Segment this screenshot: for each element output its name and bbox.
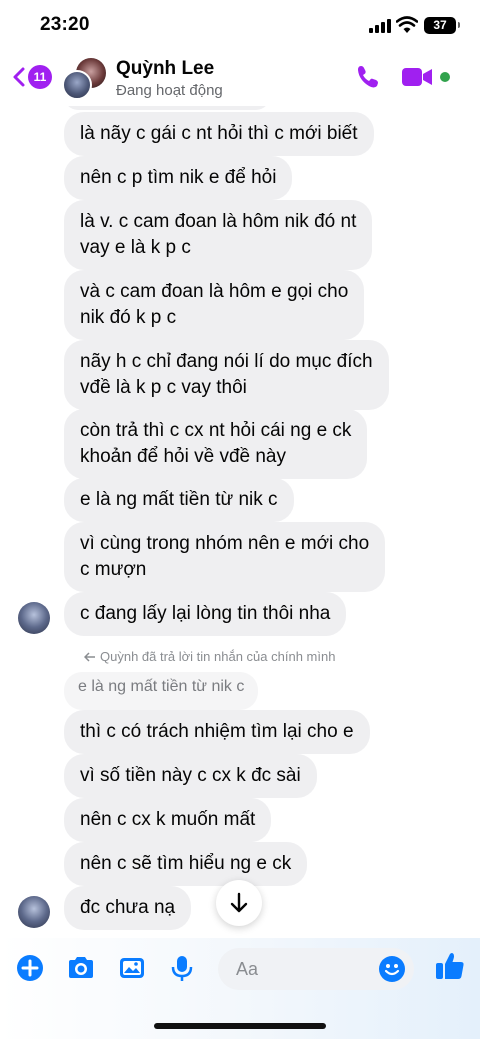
message-bubble[interactable]: nãy h c chỉ đang nói lí do mục đích vđề … <box>64 340 389 410</box>
online-indicator <box>440 72 450 82</box>
thumbs-up-icon[interactable] <box>434 950 466 982</box>
sender-avatar[interactable] <box>18 896 50 928</box>
message-bubble[interactable]: thì c có trách nhiệm tìm lại cho e <box>64 710 370 754</box>
message-bubble[interactable]: còn trả thì c cx nt hỏi cái ng e ck khoả… <box>64 409 368 479</box>
chat-header: 11 Quỳnh Lee Đang hoạt động <box>0 52 480 106</box>
reply-label: Quỳnh đã trả lời tin nhắn của chính mình <box>100 649 336 664</box>
sender-avatar[interactable] <box>18 602 50 634</box>
avatar-image <box>62 70 92 100</box>
message-list[interactable]: là nãy c gái c nt hỏi thì c mới biết nên… <box>0 106 480 938</box>
scroll-to-bottom-button[interactable] <box>216 880 262 926</box>
message-input[interactable] <box>236 948 376 990</box>
message-bubble-partial <box>64 106 270 110</box>
message-bubble[interactable]: vì cùng trong nhóm nên e mới cho c mượn <box>64 522 386 592</box>
home-indicator <box>154 1023 326 1029</box>
microphone-icon[interactable] <box>170 954 194 982</box>
contact-name[interactable]: Quỳnh Lee <box>116 58 214 80</box>
clock: 23:20 <box>40 14 90 35</box>
wifi-icon <box>396 16 418 33</box>
cellular-signal-icon <box>369 19 391 33</box>
message-bubble[interactable]: vì số tiền này c cx k đc sài <box>64 754 317 798</box>
message-bubble[interactable]: là nãy c gái c nt hỏi thì c mới biết <box>64 112 374 156</box>
plus-icon[interactable] <box>16 954 44 982</box>
reply-arrow-icon <box>84 651 95 662</box>
message-bubble[interactable]: nên c p tìm nik e để hỏi <box>64 156 293 200</box>
message-bubble[interactable]: và c cam đoan là hôm e gọi cho nik đó k … <box>64 270 365 340</box>
message-bubble[interactable]: nên c sẽ tìm hiểu ng e ck <box>64 842 308 886</box>
reply-indicator: Quỳnh đã trả lời tin nhắn của chính mình <box>84 649 335 664</box>
phone-call-icon[interactable] <box>355 64 381 90</box>
video-call-icon[interactable] <box>402 66 434 88</box>
status-bar: 23:20 37 <box>0 0 480 52</box>
message-bubble[interactable]: nên c cx k muốn mất <box>64 798 272 842</box>
back-button[interactable]: 11 <box>12 64 54 90</box>
message-input-container <box>218 948 414 990</box>
active-status: Đang hoạt động <box>116 82 223 99</box>
camera-icon[interactable] <box>66 954 96 982</box>
battery-icon: 37 <box>424 17 460 34</box>
contact-avatar[interactable] <box>62 56 106 100</box>
quoted-message[interactable]: e là ng mất tiền từ nik c <box>64 672 259 710</box>
arrow-down-icon <box>230 892 248 913</box>
message-bubble[interactable]: c đang lấy lại lòng tin thôi nha <box>64 592 347 636</box>
message-bubble[interactable]: là v. c cam đoan là hôm nik đó nt vay e … <box>64 200 373 270</box>
message-bubble[interactable]: đc chưa nạ <box>64 886 192 930</box>
chevron-left-icon <box>13 67 25 87</box>
unread-count-badge: 11 <box>28 65 52 89</box>
message-bubble[interactable]: e là ng mất tiền từ nik c <box>64 478 294 522</box>
photo-gallery-icon[interactable] <box>118 954 146 982</box>
emoji-icon[interactable] <box>378 955 406 983</box>
message-composer <box>0 938 480 1039</box>
